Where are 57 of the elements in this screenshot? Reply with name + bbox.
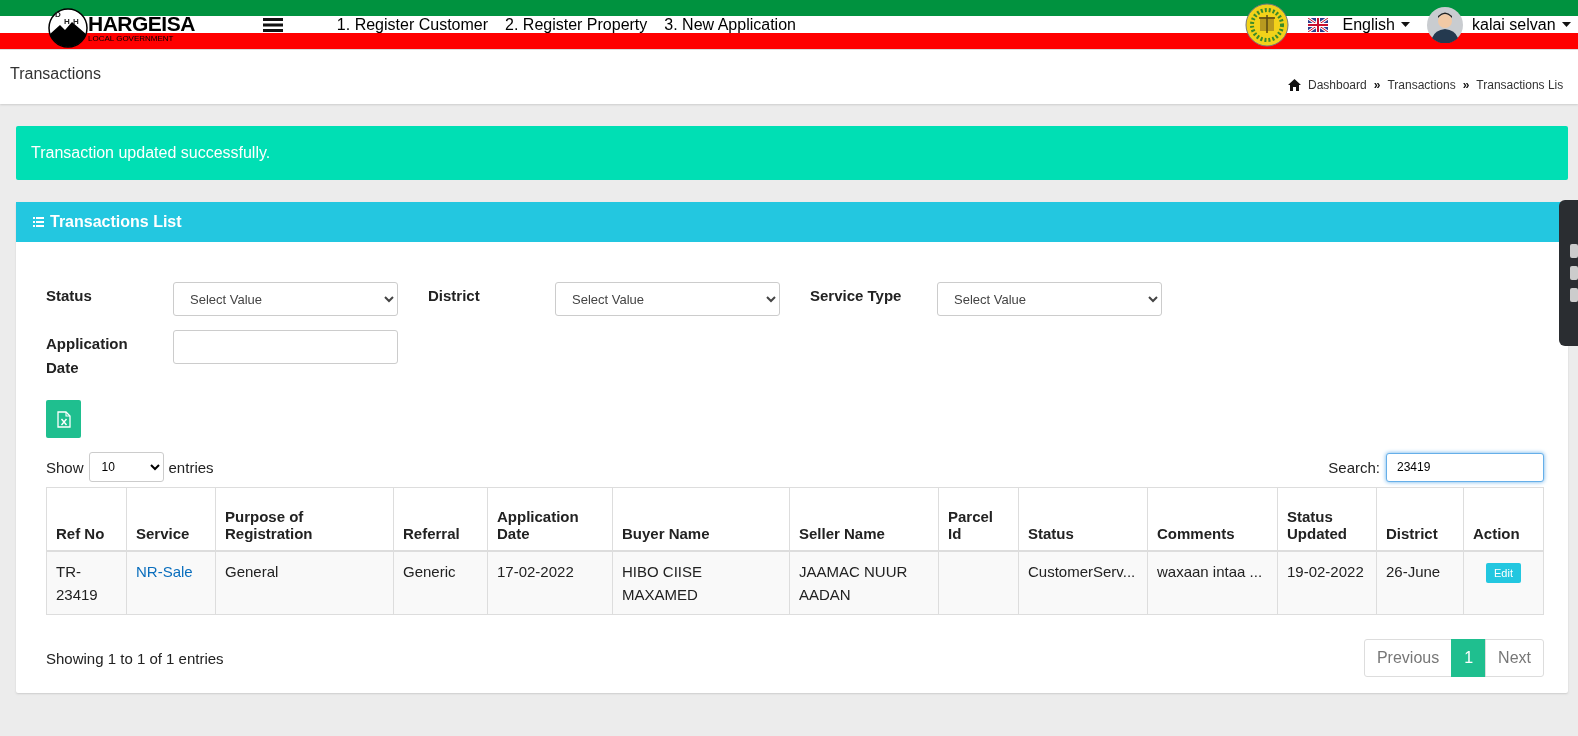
page-size-select[interactable]: 10	[88, 452, 164, 482]
service-link[interactable]: NR-Sale	[136, 563, 193, 580]
caret-icon	[1561, 22, 1571, 27]
filter-label: Application Date	[46, 334, 129, 378]
filter-label: District	[428, 286, 481, 306]
table-cell: Generic	[403, 563, 456, 580]
search-field[interactable]: 23419	[1386, 452, 1544, 482]
length-label: Show	[46, 458, 84, 476]
success-alert: Transaction updated successfully.	[16, 126, 1568, 180]
spreadsheet-file-icon	[56, 410, 71, 428]
previous-page-button[interactable]: Previous	[1363, 639, 1453, 677]
select-field[interactable]: Select Value	[173, 282, 398, 316]
select-field[interactable]: Select Value	[937, 282, 1162, 316]
entries-info: Showing 1 to 1 of 1 entries	[46, 649, 224, 667]
table-cell: 19-02-2022	[1287, 563, 1364, 580]
nav-link[interactable]: 2. Register Property	[505, 15, 648, 34]
filter-label: Service Type	[810, 286, 903, 306]
table-cell: 26-June	[1386, 563, 1441, 580]
nav-link[interactable]: 1. Register Customer	[336, 15, 489, 34]
toolbar-buttons-icon	[1570, 244, 1578, 302]
logo-letter: H	[64, 16, 70, 26]
menu-icon	[262, 16, 283, 33]
nav-link[interactable]: 3. New Application	[664, 15, 796, 34]
table-cell: CustomerServ...	[1028, 563, 1136, 580]
language-dropdown[interactable]: English	[1342, 15, 1410, 34]
table-cell: waxaan intaa ...	[1157, 563, 1263, 580]
user-menu[interactable]: kalai selvan	[1472, 15, 1578, 34]
flag-icon	[1307, 17, 1328, 32]
mountain-logo-icon	[48, 7, 88, 48]
table-cell: General	[225, 563, 279, 580]
excel-export-button[interactable]	[46, 400, 81, 438]
date-input-field[interactable]	[173, 330, 398, 364]
breadcrumb-link[interactable]: Dashboard	[1308, 78, 1367, 92]
breadcrumb-link[interactable]: Transactions	[1387, 78, 1456, 92]
caret-icon	[1401, 22, 1410, 27]
breadcrumb-separator: »	[1462, 78, 1470, 92]
list-icon	[33, 217, 44, 227]
select-field[interactable]: Select Value	[555, 282, 780, 316]
panel-title: Transactions List	[50, 213, 182, 231]
home-icon	[1288, 79, 1301, 91]
emblem-seal-icon	[1244, 2, 1289, 47]
logo-letter: H	[73, 16, 79, 26]
next-page-button[interactable]: Next	[1485, 639, 1544, 677]
table-cell: HIBO CIISE MAXAMED	[622, 563, 703, 603]
table-cell: 17-02-2022	[497, 563, 574, 580]
logo-title: HARGEISA	[88, 12, 195, 34]
table-cell: JAAMAC NUUR AADAN	[799, 563, 908, 603]
length-label: entries	[168, 458, 214, 476]
filter-label: Status	[46, 286, 93, 306]
page-title: Transactions	[10, 64, 101, 84]
table-cell: TR-23419	[56, 563, 98, 603]
search-label: Search:	[1328, 458, 1380, 476]
avatar-icon	[1427, 6, 1463, 43]
logo-subtitle: LOCAL GOVERNMENT	[88, 34, 175, 43]
breadcrumb-link[interactable]: Transactions Lis	[1476, 78, 1564, 92]
logo-letter: D	[55, 9, 61, 19]
breadcrumb-separator: »	[1373, 78, 1381, 92]
